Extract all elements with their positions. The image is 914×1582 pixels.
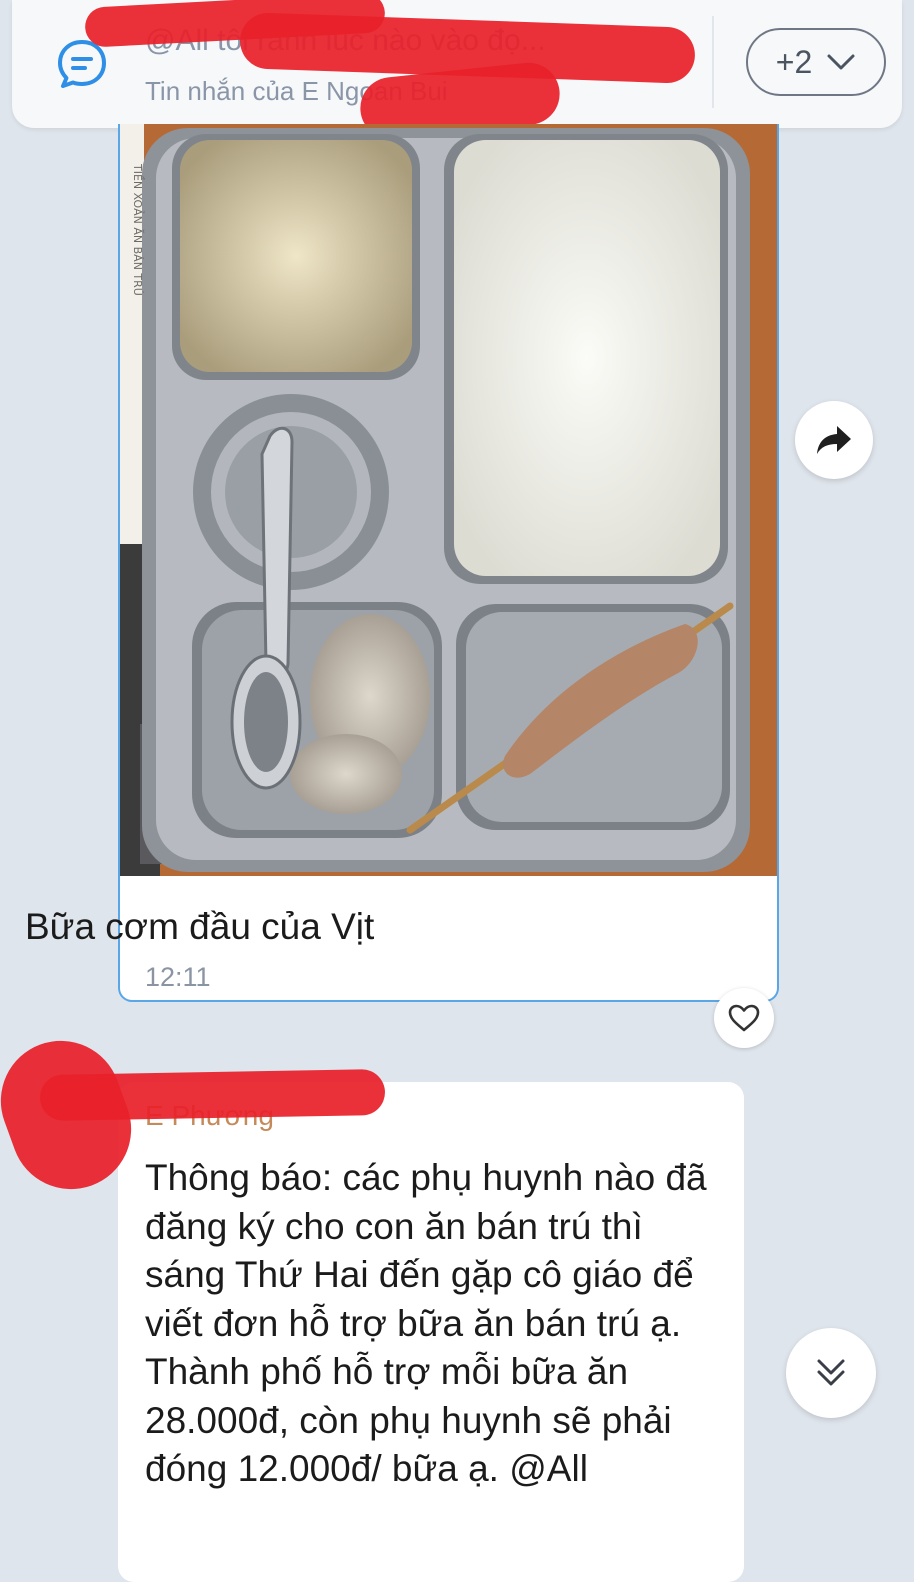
more-pinned-count: +2 xyxy=(775,43,813,80)
meal-tray-photo[interactable]: TIỀN XOẢN ĂN BÁN TRÚ xyxy=(120,124,777,876)
photo-caption: Bữa cơm đầu của Vịt xyxy=(25,906,375,947)
message-time: 12:11 xyxy=(145,962,211,992)
scroll-to-bottom-button[interactable] xyxy=(786,1328,876,1418)
share-arrow-icon xyxy=(817,426,851,454)
divider xyxy=(712,16,714,108)
share-button[interactable] xyxy=(795,401,873,479)
chevron-down-icon xyxy=(827,54,855,70)
photo-message[interactable]: TIỀN XOẢN ĂN BÁN TRÚ xyxy=(118,124,779,1002)
double-chevron-down-icon xyxy=(817,1359,845,1386)
more-pinned-button[interactable]: +2 xyxy=(746,28,886,96)
message-body: Thông báo: các phụ huynh nào đã đăng ký … xyxy=(145,1157,707,1489)
heart-icon xyxy=(728,1004,760,1032)
svg-text:TIỀN XOẢN ĂN BÁN TRÚ: TIỀN XOẢN ĂN BÁN TRÚ xyxy=(131,163,145,296)
react-button[interactable] xyxy=(714,988,774,1048)
